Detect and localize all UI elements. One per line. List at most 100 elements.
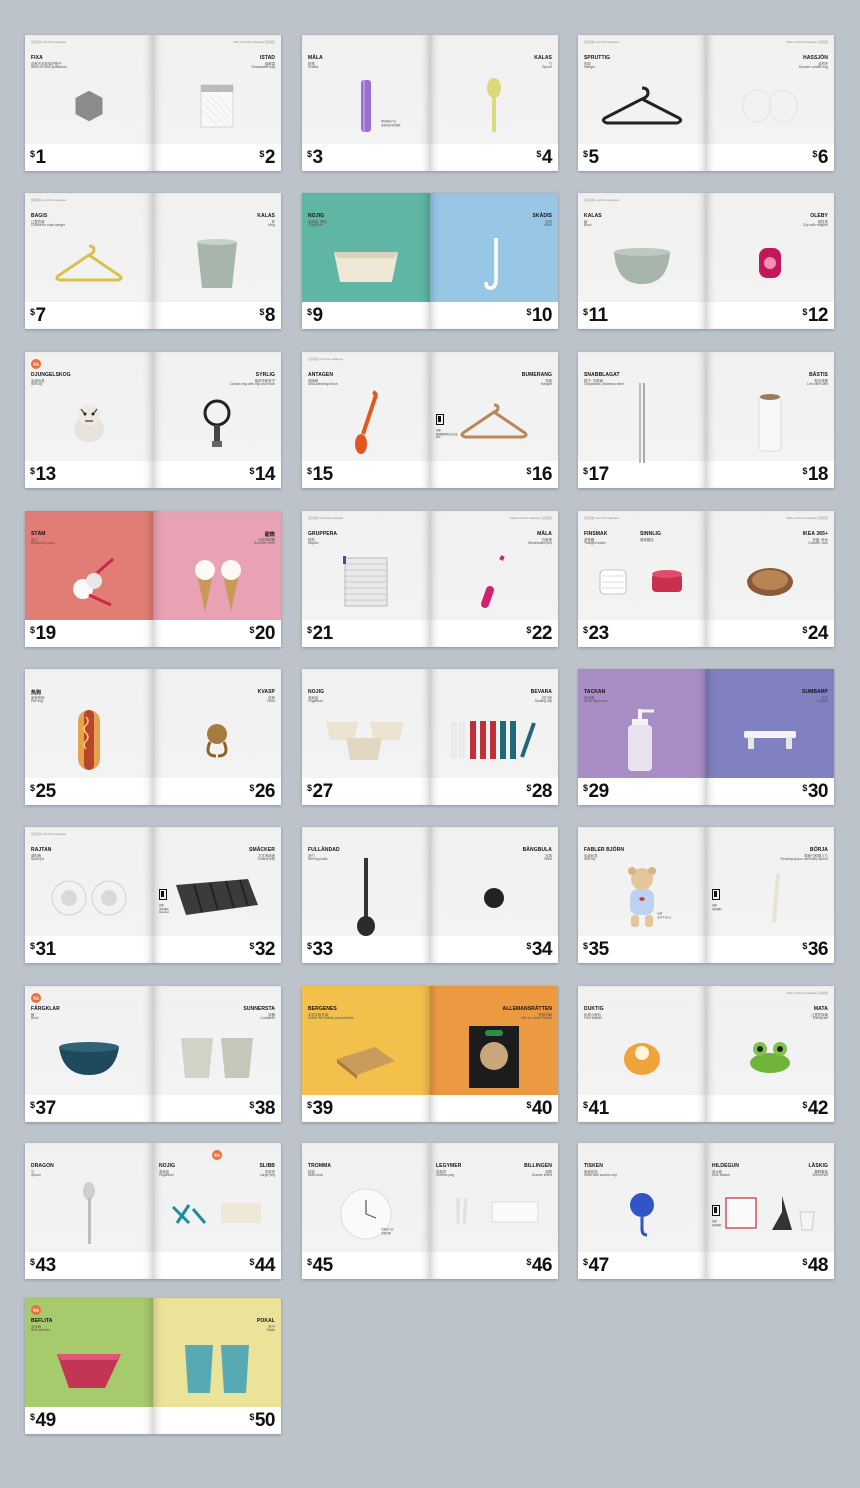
catalog-page-right[interactable]: IKEA Low Price Catalogue 宜家家居 ISTAD 保鲜袋 Res…: [153, 35, 281, 171]
catalog-page-left[interactable]: 新品 BEFLITA 沥水碗 Sink strainer $49: [25, 1298, 153, 1434]
catalog-page-right[interactable]: IKEA Low Price Catalogue 宜家家居 MÅLA 白板笔 Whit…: [430, 511, 558, 647]
catalog-spread[interactable]: DUKTIG 玩具小面包 Fruit basket $41 IKEA Low Price…: [578, 986, 834, 1122]
wooden-hanger-image: [460, 403, 528, 439]
catalog-header: IKEA Low Price Catalogue 宜家家居: [233, 41, 275, 44]
catalog-page-left[interactable]: TACKAN 皂液器 Soap dispenser $29: [578, 669, 706, 805]
catalog-spread[interactable]: 宜家家居 Low Price Catalogue RAJTAN 调料瓶 Spice j…: [25, 827, 281, 963]
catalog-spread[interactable]: 宜家家居 Low Price Catalogue SPRUTTIG 衣架 Hanger…: [578, 35, 834, 171]
price-tag: $43: [30, 1255, 56, 1276]
catalog-page-left[interactable]: 热狗 宜家热狗 Hot dog $25: [25, 669, 153, 805]
catalog-spread[interactable]: TACKAN 皂液器 Soap dispenser $29 SUMBARP 拉手 Handl…: [578, 669, 834, 805]
price-tag: $24: [802, 623, 828, 644]
price-tag: $46: [526, 1255, 552, 1276]
catalog-spread[interactable]: 宜家家居 Low Price Catalogue GRUPPERA 抹布 Napkin…: [302, 511, 558, 647]
catalog-spread[interactable]: NOJIG 收纳盒, 塑料 Organiser $9 SKÅDIS 挂钩 Hook $10: [302, 193, 558, 329]
spice-jars-image: [51, 880, 127, 916]
catalog-spread[interactable]: 新品 BEFLITA 沥水碗 Sink strainer $49 POKAL 杯子 Glass…: [25, 1298, 281, 1434]
catalog-page-right[interactable]: BILLINGEN 抽屉 Drawer insert LEGYMER 衣架夹 Clothe…: [430, 1143, 558, 1279]
catalog-page-right[interactable]: SUMBARP 拉手 Handle $30: [706, 669, 834, 805]
catalog-page-left[interactable]: 宜家家居 Low Price Catalogue FINSMAK 滤茶器 Tealig…: [578, 511, 706, 647]
catalog-page-right[interactable]: ALLEMANSRÄTTEN 蘑菇汤酱 Mix for cream sauce $40: [430, 986, 558, 1122]
catalog-spread[interactable]: 宜家家居 Low Price Catalogue KALAS 碗 Bowl $11 OLE…: [578, 193, 834, 329]
price-tag: $33: [307, 939, 333, 960]
product-description: Sink strainer: [31, 1328, 50, 1332]
label-note: 宜家 森林管理委员会认证 FSC: [436, 429, 458, 439]
catalog-header: IKEA Low Price Catalogue 宜家家居: [786, 517, 828, 520]
catalog-page-left[interactable]: 宜家家居 Low Price Catalogue KALAS 碗 Bowl $11: [578, 193, 706, 329]
catalog-page-left[interactable]: 宜家家居 Low Price Catalogue SPRUTTIG 衣架 Hanger…: [578, 35, 706, 171]
catalog-page-right[interactable]: IKEA Low Price Catalogue 宜家家居 MATA 儿童吃饭碗 Ea…: [706, 986, 834, 1122]
product-note: 粗壮抹色产品 更多色彩可供选择: [381, 120, 401, 128]
ikea-label-icon: [436, 414, 444, 425]
catalog-page-left[interactable]: FULLÄNDAD 汤勺 Serving ladle $33: [302, 827, 430, 963]
new-badge: 新品: [31, 359, 41, 369]
product-description: Hook: [544, 223, 552, 227]
catalog-page-left[interactable]: 新品 DJUNGELSKOG 毛绒玩具 Soft toy $13: [25, 352, 153, 488]
catalog-page-left[interactable]: STÄM 量勺 Measuring cups $19: [25, 511, 153, 647]
catalog-page-right[interactable]: SYRLIG 窗帘环和夹子 Curtain ring with clip and h…: [153, 352, 281, 488]
price-tag: $38: [249, 1098, 275, 1119]
catalog-page-right[interactable]: BUMERANG 衣架 Hanger 宜家 森林管理委员会认证 FSC $16: [430, 352, 558, 488]
catalog-page-left[interactable]: DRAGON 勺 Spoon $43: [25, 1143, 153, 1279]
catalog-page-right[interactable]: BÖRJA 喂食勺和婴儿勺 Feeding spoon and baby spoon…: [706, 827, 834, 963]
catalog-page-right[interactable]: 甜筒 冰淇淋甜筒 Summer cone $20: [153, 511, 281, 647]
catalog-page-right[interactable]: IKEA Low Price Catalogue 宜家家居 HASSJÖN 浴帘环 S…: [706, 35, 834, 171]
catalog-spread[interactable]: MÅLA 粉笔 Chalks 粗壮抹色产品 更多色彩可供选择 $3 KALAS 勺 Spoon…: [302, 35, 558, 171]
cork-coaster-image: [747, 567, 793, 596]
catalog-page-right[interactable]: KVASP 挂钩 Hook $26: [153, 669, 281, 805]
felt-pad-image: [75, 90, 103, 122]
catalog-page-right[interactable]: SKÅDIS 挂钩 Hook $10: [430, 193, 558, 329]
catalog-page-left[interactable]: SNABBLAGAT 筷子, 不锈钢 Chopsticks, stainless s…: [578, 352, 706, 488]
catalog-page-left[interactable]: BERGENES 手机平板支架 Holder for mobile phone/ta…: [302, 986, 430, 1122]
catalog-page-left[interactable]: 宜家家居 Low Price Catalogue GRUPPERA 抹布 Napkin…: [302, 511, 430, 647]
catalog-spread[interactable]: 宜家家居 Low Price Catalogue BAGIS 儿童衣架 Childre…: [25, 193, 281, 329]
price-tag: $15: [307, 464, 333, 485]
catalog-page-right[interactable]: BÄSTIS 粘毛滚筒 Lint roller with $18: [706, 352, 834, 488]
catalog-spread[interactable]: STÄM 量勺 Measuring cups $19 甜筒 冰淇淋甜筒 Summer con…: [25, 511, 281, 647]
catalog-spread[interactable]: TROMMA 挂钟 Wall clock 低电压产品 电池另购 $45 BILLINGEN…: [302, 1143, 558, 1279]
catalog-page-right[interactable]: KALAS 勺 Spoon $4: [430, 35, 558, 171]
catalog-page-left[interactable]: FABLER BJÖRN 毛绒玩具 Soft toy 玩具 适合 0 岁以上 $35: [578, 827, 706, 963]
catalog-spread[interactable]: 新品 FÄRGKLAR 碗 Bowl $37 SUNNERSTA 容器 Container $3…: [25, 986, 281, 1122]
price-tag: $31: [30, 939, 56, 960]
catalog-page-left[interactable]: 宜家家居 Low Price Catalogue FIXA 自粘式毛毡保护垫子 Sti…: [25, 35, 153, 171]
product-description: Dish-washing brush: [308, 382, 338, 386]
catalog-page-left[interactable]: 宜家家居 Low Price Catalogue RAJTAN 调料瓶 Spice j…: [25, 827, 153, 963]
catalog-page-right[interactable]: OLEBY 磁性夹 Clip with magnet $12: [706, 193, 834, 329]
catalog-page-left[interactable]: MÅLA 粉笔 Chalks 粗壮抹色产品 更多色彩可供选择 $3: [302, 35, 430, 171]
catalog-page-left[interactable]: TISKEN 吸盘挂钩 Hook with suction cup $47: [578, 1143, 706, 1279]
catalog-page-right[interactable]: POKAL 杯子 Glass $50: [153, 1298, 281, 1434]
catalog-page-left[interactable]: 宜家家居 Low Price Catalogue BAGIS 儿童衣架 Childre…: [25, 193, 153, 329]
catalog-spread[interactable]: DRAGON 勺 Spoon $43 新品 SLIBB 衣架夹 Large peg NOJIG 收…: [25, 1143, 281, 1279]
new-badge: 新品: [31, 993, 41, 1003]
catalog-page-left[interactable]: NOJIG 收纳盒, 塑料 Organiser $9: [302, 193, 430, 329]
catalog-page-right[interactable]: BÅNGBULA 挂钩 Hook $34: [430, 827, 558, 963]
catalog-page-right[interactable]: SUNNERSTA 容器 Container $38: [153, 986, 281, 1122]
catalog-spread[interactable]: 宜家家居 Low Price Catalogue FIXA 自粘式毛毡保护垫子 Sti…: [25, 35, 281, 171]
price-tag: $48: [802, 1255, 828, 1276]
curtain-ring-image: [203, 399, 231, 447]
catalog-page-right[interactable]: KALAS 杯 Mug $8: [153, 193, 281, 329]
catalog-spread[interactable]: NOJIG 收纳盒 Organiser $27 BEVARA 封口夹 Sealing cli…: [302, 669, 558, 805]
catalog-page-left[interactable]: TROMMA 挂钟 Wall clock 低电压产品 电池另购 $45: [302, 1143, 430, 1279]
catalog-spread[interactable]: SNABBLAGAT 筷子, 不锈钢 Chopsticks, stainless s…: [578, 352, 834, 488]
catalog-spread[interactable]: 宜家家居 Low Price Catalogue ANTAGEN 洗碗刷 Dish-w…: [302, 352, 558, 488]
catalog-spread[interactable]: 热狗 宜家热狗 Hot dog $25 KVASP 挂钩 Hook $26: [25, 669, 281, 805]
catalog-page-left[interactable]: DUKTIG 玩具小面包 Fruit basket $41: [578, 986, 706, 1122]
catalog-spread[interactable]: FULLÄNDAD 汤勺 Serving ladle $33 BÅNGBULA 挂钩 Hoo…: [302, 827, 558, 963]
catalog-page-right[interactable]: LÄSKIG 簸箕套装 Broom set HILDEGUN 沥水垫 Dish drain…: [706, 1143, 834, 1279]
catalog-spread[interactable]: FABLER BJÖRN 毛绒玩具 Soft toy 玩具 适合 0 岁以上 $35 BÖ…: [578, 827, 834, 963]
catalog-page-right[interactable]: IKEA Low Price Catalogue 宜家家居 IKEA 365+ 托盘…: [706, 511, 834, 647]
catalog-spread[interactable]: 新品 DJUNGELSKOG 毛绒玩具 Soft toy $13 SYRLIG 窗帘环和夹子…: [25, 352, 281, 488]
catalog-page-left[interactable]: NOJIG 收纳盒 Organiser $27: [302, 669, 430, 805]
catalog-page-right[interactable]: 新品 SLIBB 衣架夹 Large peg NOJIG 收纳盒 Organiser $44: [153, 1143, 281, 1279]
catalog-spread[interactable]: TISKEN 吸盘挂钩 Hook with suction cup $47 LÄSKIG…: [578, 1143, 834, 1279]
product-description: Chalks: [308, 65, 319, 69]
catalog-spread[interactable]: BERGENES 手机平板支架 Holder for mobile phone/ta…: [302, 986, 558, 1122]
product-description: Drawer insert: [531, 1173, 552, 1177]
catalog-page-left[interactable]: 宜家家居 Low Price Catalogue ANTAGEN 洗碗刷 Dish-w…: [302, 352, 430, 488]
catalog-page-right[interactable]: SMÄCKER 刀叉收纳盘 Cutlery tray 宜家 环保材料 Recycled…: [153, 827, 281, 963]
catalog-page-left[interactable]: 新品 FÄRGKLAR 碗 Bowl $37: [25, 986, 153, 1122]
catalog-page-right[interactable]: BEVARA 封口夹 Sealing clip $28: [430, 669, 558, 805]
catalog-spread[interactable]: 宜家家居 Low Price Catalogue FINSMAK 滤茶器 Tealig…: [578, 511, 834, 647]
